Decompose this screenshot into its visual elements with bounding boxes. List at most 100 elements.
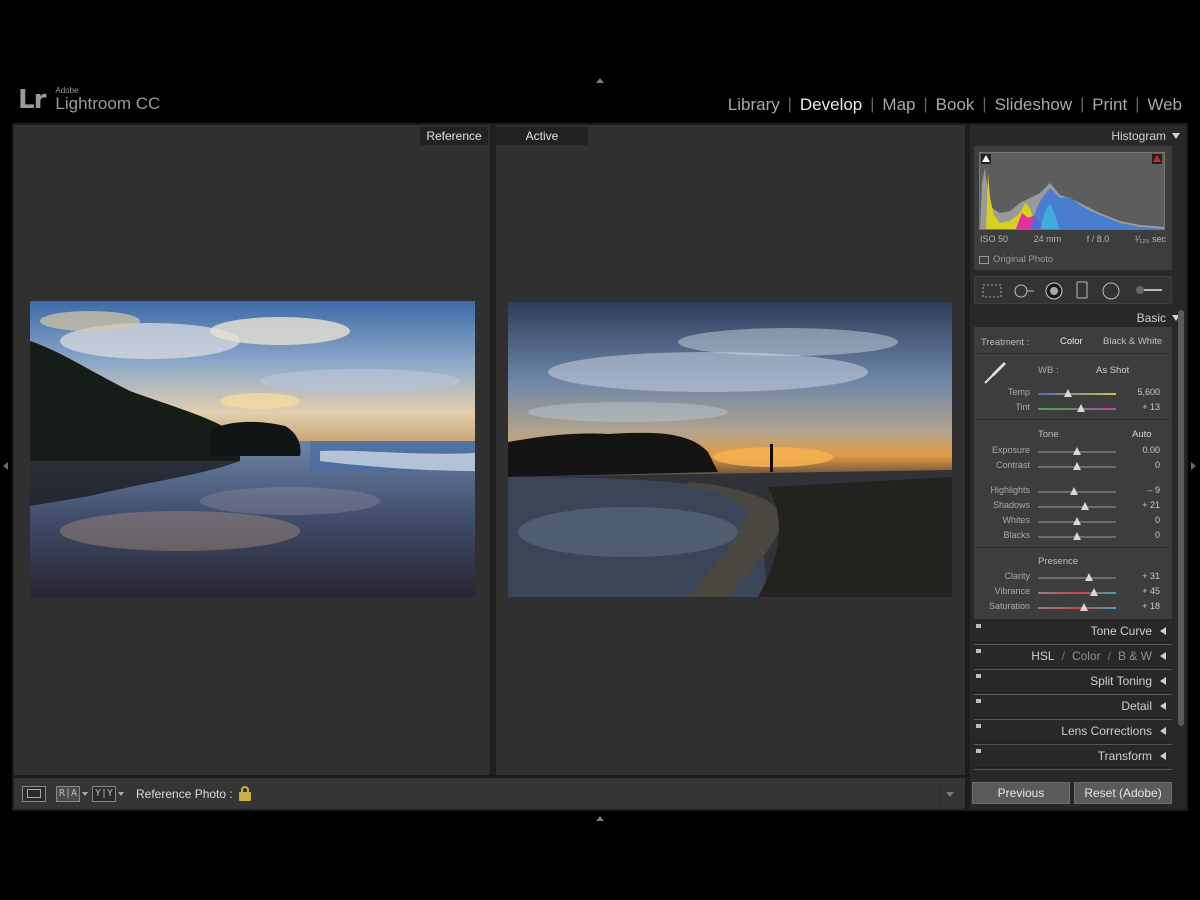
slider-track-vibrance[interactable] [1038,592,1116,594]
reference-photo[interactable] [30,301,475,597]
slider-value-contrast[interactable]: 0 [1130,460,1160,470]
chevron-down-icon[interactable] [82,791,88,796]
module-web[interactable]: Web [1139,95,1190,115]
module-book[interactable]: Book [928,95,983,115]
reference-active-view-button[interactable]: R|A [56,785,80,802]
module-library[interactable]: Library [720,95,788,115]
focal-length: 24 mm [1033,234,1062,244]
slider-track-temp[interactable] [1038,393,1116,395]
slider-thumb-contrast[interactable] [1073,462,1081,470]
slider-label-highlights: Highlights [990,485,1030,495]
slider-label-temp: Temp [1007,387,1030,397]
reset-button[interactable]: Reset (Adobe) [1074,782,1172,804]
adjustment-brush-icon[interactable] [1134,283,1164,297]
slider-value-tint[interactable]: + 13 [1130,402,1160,412]
chevron-left-icon [1160,627,1166,635]
pane-divider [490,125,496,775]
iso-value: ISO 50 [980,234,1009,244]
slider-thumb-exposure[interactable] [1073,447,1081,455]
bw-tab[interactable]: B & W [1118,649,1152,663]
compare-toolbar: R|A Y|Y Reference Photo : [14,777,965,809]
module-slideshow[interactable]: Slideshow [987,95,1081,115]
slider-value-vibrance[interactable]: + 45 [1130,586,1160,596]
tone-curve-panel[interactable]: Tone Curve [974,621,1172,645]
panel-switch-icon[interactable] [976,699,981,703]
right-panel-toggle-icon[interactable] [1191,462,1196,470]
hsl-tab[interactable]: HSL [1031,649,1054,663]
slider-value-highlights[interactable]: – 9 [1130,485,1160,495]
split-toning-panel[interactable]: Split Toning [974,671,1172,695]
shutter-speed: ¹⁄₁₂₅ sec [1134,234,1166,244]
slider-value-shadows[interactable]: + 21 [1130,500,1160,510]
slider-thumb-highlights[interactable] [1069,487,1078,495]
panel-switch-icon[interactable] [976,749,981,753]
chevron-down-icon[interactable] [118,791,124,796]
slider-thumb-whites[interactable] [1073,517,1081,525]
slider-thumb-saturation[interactable] [1080,603,1089,611]
graduated-filter-icon[interactable] [1076,281,1088,299]
panel-switch-icon[interactable] [976,724,981,728]
color-tab[interactable]: Color [1072,649,1101,663]
filmstrip-toggle-icon[interactable] [596,816,604,821]
panel-switch-icon[interactable] [976,674,981,678]
red-eye-icon[interactable] [1045,282,1063,300]
previous-button[interactable]: Previous [972,782,1070,804]
radial-filter-icon[interactable] [1102,282,1120,300]
active-pane-label: Active [496,127,588,145]
lock-icon[interactable] [238,786,251,801]
wb-label: WB : [1038,365,1059,376]
slider-label-contrast: Contrast [995,460,1030,470]
module-develop[interactable]: Develop [792,95,870,115]
slider-value-whites[interactable]: 0 [1130,515,1160,525]
wb-dropdown[interactable]: As Shot [1096,365,1129,376]
module-picker: Library | Develop | Map | Book | Slidesh… [720,95,1190,115]
slider-thumb-temp[interactable] [1063,389,1072,397]
slider-thumb-clarity[interactable] [1084,573,1093,581]
slider-track-shadows[interactable] [1038,506,1116,508]
shadow-clipping-icon[interactable] [981,154,991,164]
slider-value-temp[interactable]: 5,600 [1130,387,1160,397]
lens-corrections-panel[interactable]: Lens Corrections [974,721,1172,745]
original-photo-toggle[interactable]: Original Photo [979,254,1053,265]
right-panel-scrollbar[interactable] [1178,310,1184,726]
eyedropper-icon[interactable] [982,360,1008,386]
slider-value-exposure[interactable]: 0.00 [1130,445,1160,455]
slider-thumb-blacks[interactable] [1073,532,1081,540]
active-photo[interactable] [508,302,952,597]
slider-value-saturation[interactable]: + 18 [1130,601,1160,611]
panel-switch-icon[interactable] [976,624,981,628]
treatment-color[interactable]: Color [1060,336,1083,347]
basic-header[interactable]: Basic [1137,311,1180,325]
highlight-clipping-icon[interactable] [1152,154,1162,164]
loupe-view-icon[interactable] [22,785,46,802]
detail-panel[interactable]: Detail [974,696,1172,720]
slider-label-whites: Whites [1002,515,1030,525]
slider-label-blacks: Blacks [1003,530,1030,540]
module-map[interactable]: Map [874,95,923,115]
top-panel-toggle-icon[interactable] [596,78,604,83]
slider-thumb-tint[interactable] [1076,404,1085,412]
slider-thumb-shadows[interactable] [1080,502,1089,510]
crop-overlay-icon[interactable] [982,284,1002,298]
panel-switch-icon[interactable] [976,649,981,653]
module-print[interactable]: Print [1084,95,1135,115]
toolbar-menu-icon[interactable] [939,784,959,804]
slider-value-blacks[interactable]: 0 [1130,530,1160,540]
before-after-view-button[interactable]: Y|Y [92,785,116,802]
photo-icon [979,255,989,264]
reference-pane-label: Reference [420,127,488,145]
hsl-panel[interactable]: HSL / Color / B & W [974,646,1172,670]
histogram-graph[interactable] [979,152,1165,230]
slider-track-saturation[interactable] [1038,607,1116,609]
left-panel-toggle-icon[interactable] [3,462,8,470]
auto-tone-button[interactable]: Auto [1132,429,1152,440]
slider-thumb-vibrance[interactable] [1090,588,1099,596]
histogram-header[interactable]: Histogram [1111,129,1180,143]
aperture: f / 8.0 [1086,234,1110,244]
treatment-black-white[interactable]: Black & White [1103,336,1162,347]
spot-removal-icon[interactable] [1012,284,1036,298]
transform-panel[interactable]: Transform [974,746,1172,770]
slider-track-clarity[interactable] [1038,577,1116,579]
slider-value-clarity[interactable]: + 31 [1130,571,1160,581]
slider-label-saturation: Saturation [988,601,1030,611]
